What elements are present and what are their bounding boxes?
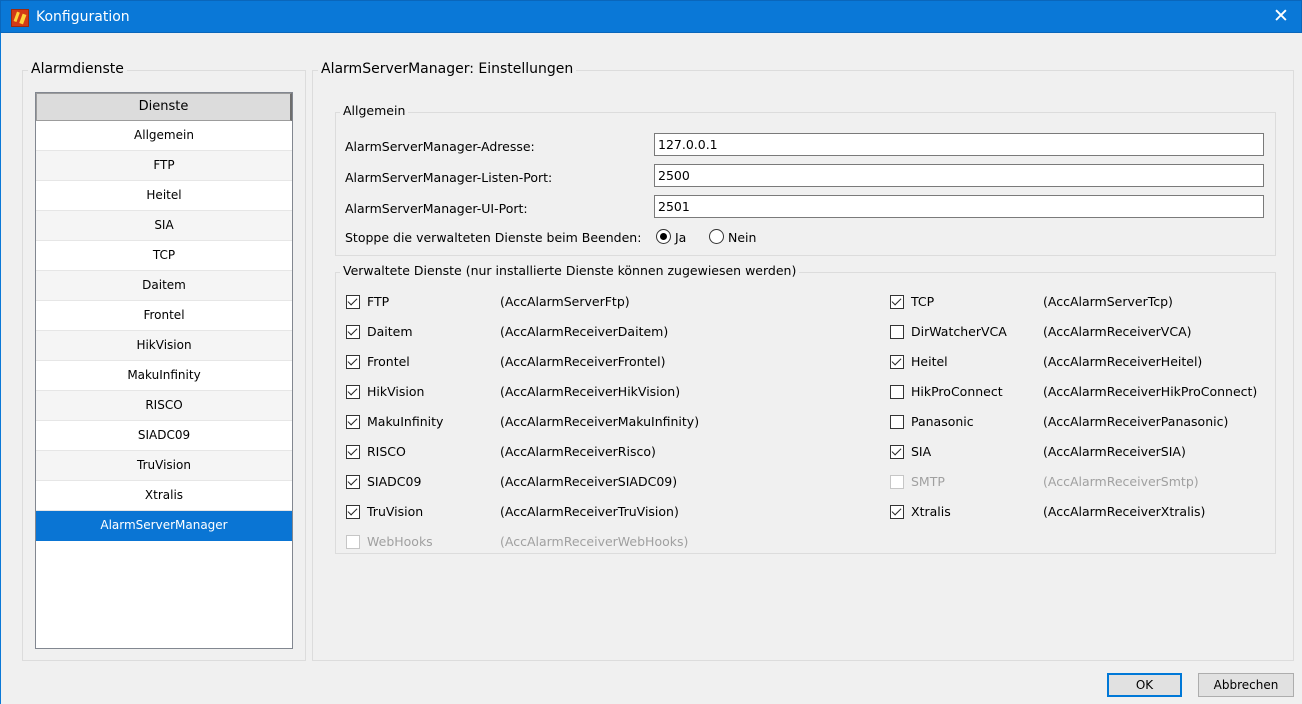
service-id: (AccAlarmReceiverTruVision): [500, 504, 679, 519]
service-name[interactable]: FTP: [367, 294, 389, 309]
service-name[interactable]: Xtralis: [911, 504, 951, 519]
service-checkbox[interactable]: [346, 385, 360, 399]
service-checkbox[interactable]: [346, 505, 360, 519]
service-id: (AccAlarmReceiverVCA): [1043, 324, 1192, 339]
service-id: (AccAlarmReceiverDaitem): [500, 324, 669, 339]
cancel-button[interactable]: Abbrechen: [1198, 673, 1294, 697]
ui-port-label: AlarmServerManager-UI-Port:: [345, 201, 528, 216]
address-field[interactable]: 127.0.0.1: [654, 133, 1264, 156]
list-item[interactable]: RISCO: [36, 391, 292, 421]
address-label: AlarmServerManager-Adresse:: [345, 139, 535, 154]
service-checkbox[interactable]: [890, 295, 904, 309]
service-name[interactable]: RISCO: [367, 444, 406, 459]
window-border: [0, 33, 1, 704]
list-item[interactable]: AlarmServerManager: [36, 511, 292, 541]
service-id: (AccAlarmReceiverMakuInfinity): [500, 414, 700, 429]
service-checkbox[interactable]: [890, 325, 904, 339]
service-name[interactable]: HikProConnect: [911, 384, 1003, 399]
app-logo-icon: [11, 9, 29, 27]
service-name[interactable]: TruVision: [367, 504, 423, 519]
service-id: (AccAlarmReceiverSmtp): [1043, 474, 1199, 489]
service-name[interactable]: SIADC09: [367, 474, 421, 489]
service-checkbox[interactable]: [890, 385, 904, 399]
service-name: WebHooks: [367, 534, 433, 549]
service-id: (AccAlarmReceiverRisco): [500, 444, 656, 459]
service-name[interactable]: Heitel: [911, 354, 948, 369]
listen-port-label: AlarmServerManager-Listen-Port:: [345, 170, 553, 185]
service-id: (AccAlarmReceiverWebHooks): [500, 534, 689, 549]
service-name[interactable]: Frontel: [367, 354, 410, 369]
service-id: (AccAlarmReceiverHikVision): [500, 384, 681, 399]
stop-services-label: Stoppe die verwalteten Dienste beim Been…: [345, 230, 642, 245]
service-checkbox[interactable]: [890, 505, 904, 519]
list-item[interactable]: SIADC09: [36, 421, 292, 451]
service-checkbox: [346, 535, 360, 549]
title-bar: Konfiguration ✕: [0, 0, 1302, 33]
service-name[interactable]: SIA: [911, 444, 931, 459]
alarmdienste-title: Alarmdienste: [28, 61, 127, 77]
list-item[interactable]: FTP: [36, 151, 292, 181]
list-item[interactable]: Daitem: [36, 271, 292, 301]
services-list-header[interactable]: Dienste: [36, 93, 292, 121]
service-checkbox[interactable]: [346, 475, 360, 489]
service-id: (AccAlarmReceiverHikProConnect): [1043, 384, 1258, 399]
service-id: (AccAlarmReceiverFrontel): [500, 354, 666, 369]
window-title: Konfiguration: [36, 9, 130, 25]
list-item[interactable]: TruVision: [36, 451, 292, 481]
service-checkbox[interactable]: [346, 445, 360, 459]
stop-yes-radio[interactable]: [656, 229, 671, 244]
service-checkbox[interactable]: [346, 415, 360, 429]
service-name: SMTP: [911, 474, 945, 489]
list-item[interactable]: SIA: [36, 211, 292, 241]
list-item[interactable]: Allgemein: [36, 121, 292, 151]
service-name[interactable]: MakuInfinity: [367, 414, 443, 429]
service-id: (AccAlarmServerTcp): [1043, 294, 1173, 309]
service-name[interactable]: Daitem: [367, 324, 413, 339]
service-checkbox[interactable]: [890, 445, 904, 459]
stop-yes-label[interactable]: Ja: [675, 230, 686, 245]
services-list[interactable]: Dienste Allgemein FTP Heitel SIA TCP Daitem Fr…: [35, 92, 293, 649]
stop-no-radio[interactable]: [709, 229, 724, 244]
service-id: (AccAlarmServerFtp): [500, 294, 630, 309]
service-checkbox[interactable]: [890, 415, 904, 429]
service-checkbox: [890, 475, 904, 489]
service-id: (AccAlarmReceiverXtralis): [1043, 504, 1206, 519]
close-button[interactable]: ✕: [1261, 1, 1301, 32]
service-name[interactable]: TCP: [911, 294, 934, 309]
list-item[interactable]: MakuInfinity: [36, 361, 292, 391]
list-item[interactable]: Frontel: [36, 301, 292, 331]
managed-services-title: Verwaltete Dienste (nur installierte Die…: [340, 263, 800, 278]
service-checkbox[interactable]: [346, 355, 360, 369]
list-item[interactable]: HikVision: [36, 331, 292, 361]
list-item[interactable]: Heitel: [36, 181, 292, 211]
service-name[interactable]: Panasonic: [911, 414, 974, 429]
list-item[interactable]: Xtralis: [36, 481, 292, 511]
service-id: (AccAlarmReceiverSIADC09): [500, 474, 678, 489]
listen-port-field[interactable]: 2500: [654, 164, 1264, 187]
general-title: Allgemein: [340, 103, 409, 118]
service-checkbox[interactable]: [346, 325, 360, 339]
ok-button[interactable]: OK: [1107, 673, 1182, 697]
service-name[interactable]: HikVision: [367, 384, 424, 399]
service-id: (AccAlarmReceiverSIA): [1043, 444, 1186, 459]
service-name[interactable]: DirWatcherVCA: [911, 324, 1007, 339]
service-checkbox[interactable]: [346, 295, 360, 309]
service-checkbox[interactable]: [890, 355, 904, 369]
service-id: (AccAlarmReceiverPanasonic): [1043, 414, 1229, 429]
ui-port-field[interactable]: 2501: [654, 195, 1264, 218]
list-item[interactable]: TCP: [36, 241, 292, 271]
stop-no-label[interactable]: Nein: [728, 230, 756, 245]
settings-title: AlarmServerManager: Einstellungen: [318, 61, 577, 77]
service-id: (AccAlarmReceiverHeitel): [1043, 354, 1203, 369]
